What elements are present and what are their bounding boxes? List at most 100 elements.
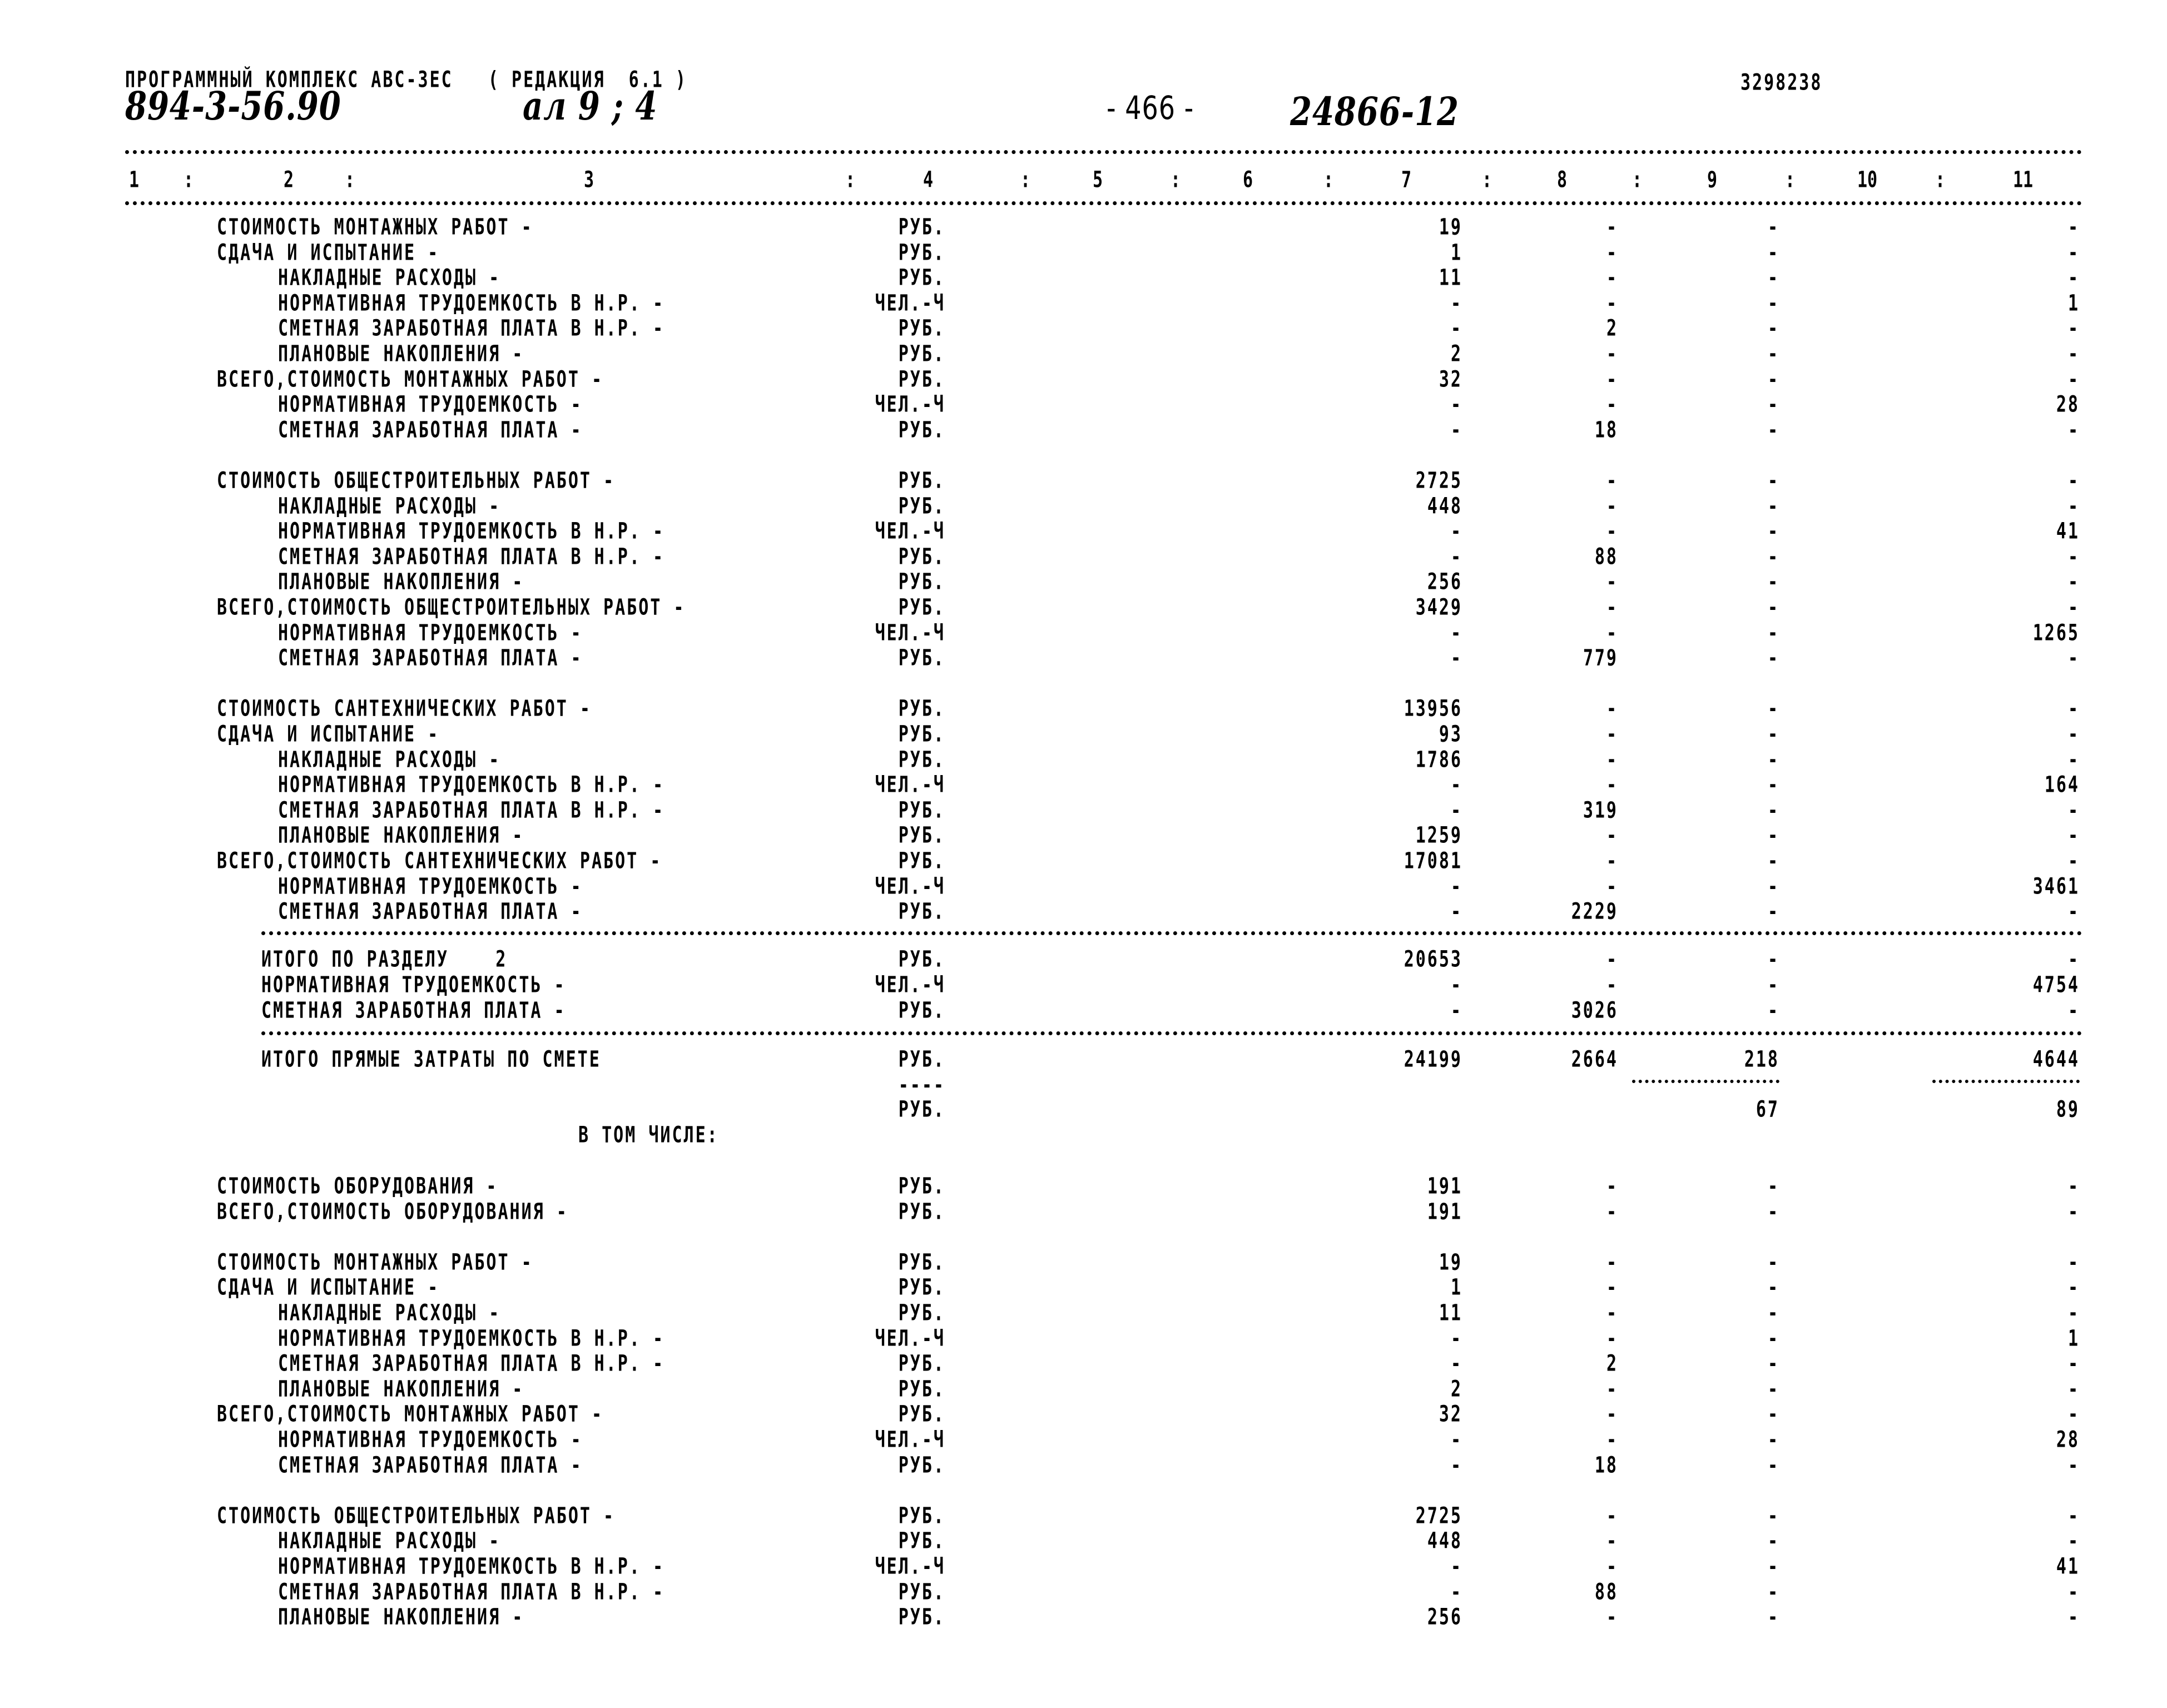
row-col8-value: - [1606,1376,1618,1403]
printout-page: ПРОГРАММНЫЙ КОМПЛЕКС АВС-ЗЕС ( РЕДАКЦИЯ … [0,0,2167,1708]
column-header-3: 3 [584,167,594,193]
row-col9-value: - [1767,518,1779,545]
row-unit: РУБ. [898,1401,945,1428]
row-unit: РУБ. [898,341,945,368]
row-col7-value: 32 [1439,1401,1462,1428]
row-col9-value: - [1767,1604,1779,1631]
row-col9-value: - [1767,493,1779,519]
row-label: СДАЧА И ИСПЫТАНИЕ - [217,721,440,748]
table-row: НОРМАТИВНАЯ ТРУДОЕМКОСТЬ - ЧЕЛ.-Ч - - - 28 [0,391,2167,418]
row-label: ПЛАНОВЫЕ НАКОПЛЕНИЯ - [278,822,524,849]
row-col7-value: 3429 [1415,594,1462,621]
table-row: НОРМАТИВНАЯ ТРУДОЕМКОСТЬ В Н.Р. - ЧЕЛ.-Ч -… [0,290,2167,316]
row-unit: РУБ. [898,265,945,291]
row-col9-value: - [1767,1249,1779,1276]
row-col8-value: - [1606,848,1618,875]
row-unit: РУБ. [898,569,945,595]
row-col7-value: 1 [1450,1274,1462,1301]
table-row: СМЕТНАЯ ЗАРАБОТНАЯ ПЛАТА - РУБ. - 779 - - [0,645,2167,671]
row-col8-value: - [1606,1528,1618,1555]
row-unit: РУБ. [898,214,945,241]
row-col8-value: - [1606,822,1618,849]
row-label: НАКЛАДНЫЕ РАСХОДЫ - [278,265,501,291]
row-col7-value: - [1450,290,1462,317]
row-unit: РУБ. [898,797,945,824]
column-separator: : [1785,167,1796,193]
row-col11-value: 41 [2056,1553,2080,1580]
row-col8-value: - [1606,341,1618,368]
row-col7-value: 17081 [1404,848,1462,875]
row-col8-value: - [1606,1427,1618,1453]
row-col11-value: - [2067,1376,2080,1403]
row-unit: РУБ. [898,1452,945,1478]
row-col11-value: - [2067,1401,2080,1428]
row-col9-value: - [1767,619,1779,646]
row-col11-value: - [2067,543,2080,570]
row-col7-value: 448 [1427,1528,1462,1555]
row-col7-value: - [1450,1452,1462,1478]
column-header-9: 9 [1707,167,1718,193]
row-label: ПЛАНОВЫЕ НАКОПЛЕНИЯ - [278,569,524,595]
row-label: СДАЧА И ИСПЫТАНИЕ - [217,239,440,266]
row-col7-value: - [1450,1350,1462,1377]
table-row: ПЛАНОВЫЕ НАКОПЛЕНИЯ - РУБ. 256 - - - [0,569,2167,595]
row-col9-value: - [1767,594,1779,621]
grand-total-col11-sub: 89 [2056,1096,2080,1123]
row-unit: ЧЕЛ.-Ч [875,1553,945,1580]
row-col11-value: - [2067,1350,2080,1377]
row-unit: РУБ. [898,997,945,1024]
row-col7-value: - [1450,619,1462,646]
row-col8-value: 18 [1594,1452,1618,1478]
row-unit: РУБ. [898,1198,945,1225]
row-col9-value: - [1767,315,1779,342]
row-label: СМЕТНАЯ ЗАРАБОТНАЯ ПЛАТА - [261,997,566,1024]
row-col8-value: - [1606,265,1618,291]
table-row: СТОИМОСТЬ ОБЩЕСТРОИТЕЛЬНЫХ РАБОТ - РУБ. 27… [0,468,2167,494]
row-label: НОРМАТИВНАЯ ТРУДОЕМКОСТЬ - [278,873,583,900]
row-unit: ЧЕЛ.-Ч [875,772,945,798]
row-col8-value: - [1606,1249,1618,1276]
column-header-4: 4 [923,167,934,193]
table-row: СДАЧА И ИСПЫТАНИЕ - РУБ. 93 - - - [0,721,2167,747]
row-col11-value: - [2067,898,2080,925]
row-col9-value: - [1767,569,1779,595]
row-unit: РУБ. [898,1173,945,1200]
row-label: ИТОГО ПО РАЗДЕЛУ 2 [261,946,508,973]
row-col9-value: - [1767,997,1779,1024]
row-col8-value: - [1606,873,1618,900]
row-label: ПЛАНОВЫЕ НАКОПЛЕНИЯ - [278,341,524,368]
row-col7-value: 93 [1439,721,1462,748]
row-col9-value: - [1767,1427,1779,1453]
row-col9-value: - [1767,366,1779,393]
row-label: СМЕТНАЯ ЗАРАБОТНАЯ ПЛАТА - [278,898,583,925]
column-separator: : [1632,167,1643,193]
row-col11-value: - [2067,721,2080,748]
column-separator: : [1171,167,1181,193]
row-col11-value: - [2067,848,2080,875]
row-label: НОРМАТИВНАЯ ТРУДОЕМКОСТЬ В Н.Р. - [278,772,665,798]
row-col7-value: - [1450,772,1462,798]
row-col11-value: - [2067,239,2080,266]
row-col8-value: - [1606,696,1618,722]
row-col8-value: - [1606,594,1618,621]
row-label: ВСЕГО,СТОИМОСТЬ МОНТАЖНЫХ РАБОТ - [217,366,604,393]
row-col8-value: - [1606,1553,1618,1580]
row-col9-value: - [1767,645,1779,672]
row-col8-value: - [1606,972,1618,999]
row-col11-value: - [2067,1502,2080,1530]
row-col11-value: 4754 [2032,972,2080,999]
row-col8-value: 2229 [1571,898,1618,925]
table-row: СТОИМОСТЬ ОБОРУДОВАНИЯ - РУБ. 191 - - - [0,1173,2167,1199]
table-row: ПЛАНОВЫЕ НАКОПЛЕНИЯ - РУБ. 1259 - - - [0,822,2167,848]
column-header-10: 10 [1857,167,1878,193]
column-separator: : [1020,167,1031,193]
row-label: НОРМАТИВНАЯ ТРУДОЕМКОСТЬ В Н.Р. - [278,1553,665,1580]
column-header-6: 6 [1243,167,1253,193]
column-separator: : [1935,167,1946,193]
row-unit: РУБ. [898,1249,945,1276]
column-header-2: 2 [284,167,294,193]
row-col9-value: - [1767,1198,1779,1225]
table-row: НОРМАТИВНАЯ ТРУДОЕМКОСТЬ В Н.Р. - ЧЕЛ.-Ч -… [0,772,2167,798]
row-label: НАКЛАДНЫЕ РАСХОДЫ - [278,493,501,519]
row-col9-value: - [1767,416,1779,444]
